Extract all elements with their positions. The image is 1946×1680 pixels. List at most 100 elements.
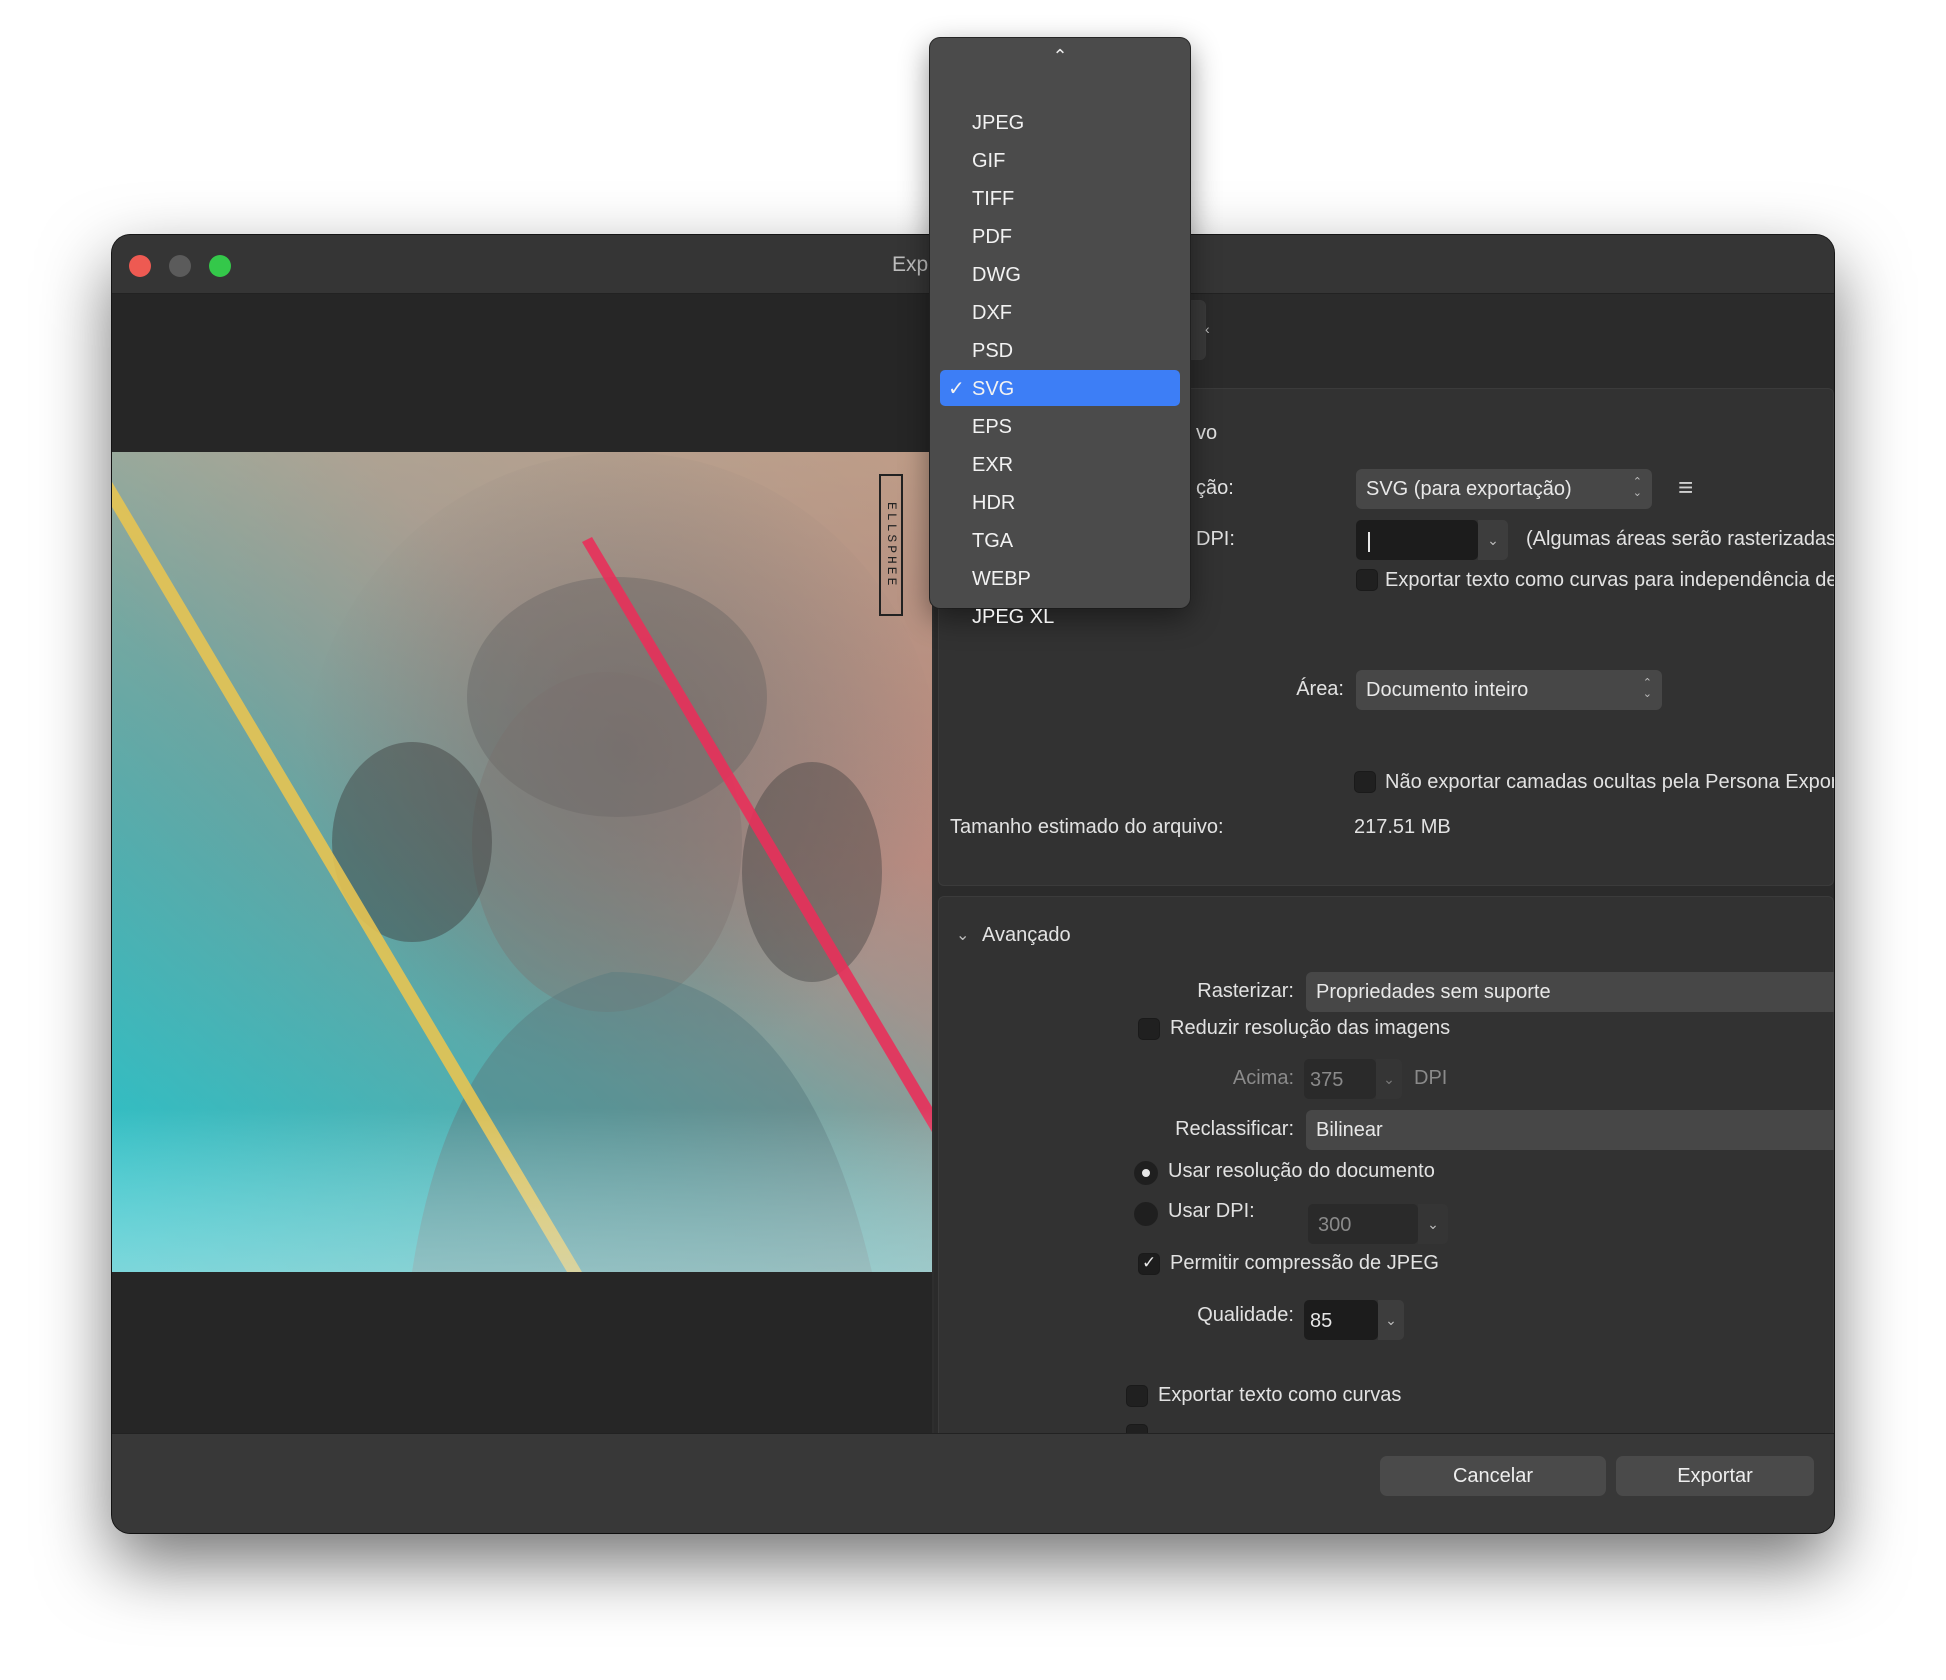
format-menu-item-label: SVG xyxy=(972,378,1015,400)
quality-label: Qualidade: xyxy=(1197,1304,1294,1326)
checkmark-icon: ✓ xyxy=(948,378,965,400)
close-window-button[interactable] xyxy=(129,255,151,277)
jpeg-compression-label: Permitir compressão de JPEG xyxy=(1170,1252,1439,1274)
format-menu-item-label: DWG xyxy=(972,264,1021,286)
advanced-disclosure[interactable]: ⌄ xyxy=(956,925,969,945)
format-menu-item[interactable]: EPS xyxy=(940,408,1180,444)
dpi-input[interactable] xyxy=(1356,520,1478,560)
advanced-header: Avançado xyxy=(982,924,1071,946)
quality-value: 85 xyxy=(1310,1310,1333,1332)
zoom-window-button[interactable] xyxy=(209,255,231,277)
quality-input[interactable]: 85 xyxy=(1304,1300,1378,1340)
updown-chevron-icon: ⌃ ⌄ xyxy=(1632,476,1642,499)
format-menu-item-label: EXR xyxy=(972,454,1014,476)
use-doc-res-radio[interactable] xyxy=(1134,1161,1158,1185)
format-menu-item-label: TIFF xyxy=(972,188,1015,210)
chevron-down-icon: ⌄ xyxy=(956,927,970,944)
format-menu-item[interactable]: JPEG xyxy=(940,104,1180,140)
jpeg-compression-checkbox[interactable]: ✓ xyxy=(1138,1253,1160,1275)
format-menu-item-label: DXF xyxy=(972,302,1012,324)
resample-value: Bilinear xyxy=(1316,1119,1383,1141)
use-dpi-value: 300 xyxy=(1318,1214,1352,1236)
hidden-layers-label: Não exportar camadas ocultas pela Person… xyxy=(1385,771,1834,793)
updown-chevron-icon: ⌃ ⌄ xyxy=(1642,677,1652,700)
text-cursor xyxy=(1368,531,1370,552)
format-bar-arrow-icon: ‹ xyxy=(1205,321,1210,337)
format-menu-item[interactable]: GIF xyxy=(940,142,1180,178)
use-dpi-dropdown-button[interactable]: ⌄ xyxy=(1418,1204,1448,1244)
use-dpi-radio[interactable] xyxy=(1134,1202,1158,1226)
export-button[interactable]: Exportar xyxy=(1616,1456,1814,1496)
export-curves-checkbox[interactable] xyxy=(1126,1385,1148,1407)
artist-signature: ELLSPHEE xyxy=(879,474,903,616)
preset-value: SVG (para exportação) xyxy=(1366,478,1572,500)
dpi-label: DPI: xyxy=(1196,528,1235,550)
format-menu-item-label: GIF xyxy=(972,150,1006,172)
use-dpi-input[interactable]: 300 xyxy=(1308,1204,1418,1244)
artwork-image xyxy=(112,452,932,1272)
chevron-down-icon: ⌄ xyxy=(1385,1312,1397,1328)
area-label: Área: xyxy=(1296,678,1344,700)
above-input[interactable]: 375 xyxy=(1304,1059,1376,1099)
format-menu-item-label: JPEG xyxy=(972,112,1025,134)
chevron-down-icon: ⌄ xyxy=(1383,1071,1395,1087)
preset-label: ção: xyxy=(1196,477,1234,499)
dpi-dropdown-button[interactable]: ⌄ xyxy=(1478,520,1508,560)
format-menu-item[interactable]: EXR xyxy=(940,446,1180,482)
above-value: 375 xyxy=(1310,1069,1344,1091)
above-label: Acima: xyxy=(1232,1067,1294,1089)
use-doc-res-label: Usar resolução do documento xyxy=(1168,1160,1435,1182)
downsample-label: Reduzir resolução das imagens xyxy=(1170,1017,1451,1039)
format-menu-item-label: WEBP xyxy=(972,568,1031,590)
cancel-button[interactable]: Cancelar xyxy=(1380,1456,1606,1496)
radio-dot xyxy=(1142,1169,1150,1177)
resample-select[interactable]: Bilinear ⌃⌄ xyxy=(1306,1110,1834,1150)
resample-label: Reclassificar: xyxy=(1175,1118,1294,1140)
dpi-note: (Algumas áreas serão rasterizadas) xyxy=(1526,528,1834,550)
rasterize-value: Propriedades sem suporte xyxy=(1316,981,1551,1003)
minimize-window-button[interactable] xyxy=(169,255,191,277)
format-menu-item[interactable]: ✓ SVG xyxy=(940,370,1180,406)
checkmark-icon: ✓ xyxy=(1142,1253,1157,1272)
estimated-size-label: Tamanho estimado do arquivo: xyxy=(950,816,1224,838)
rasterize-label: Rasterizar: xyxy=(1197,980,1294,1002)
format-menu-item[interactable]: WEBP xyxy=(940,560,1180,596)
downsample-checkbox[interactable] xyxy=(1138,1018,1160,1040)
format-menu-item-label: JPEG XL xyxy=(972,606,1055,628)
hidden-layers-checkbox[interactable] xyxy=(1354,771,1376,793)
export-curves-label: Exportar texto como curvas xyxy=(1158,1384,1402,1406)
chevron-up-icon: ⌃ xyxy=(1052,46,1068,66)
above-dropdown-button[interactable]: ⌄ xyxy=(1376,1059,1402,1099)
window-title: Exp xyxy=(892,253,929,276)
format-menu-item[interactable]: TIFF xyxy=(940,180,1180,216)
format-menu-item[interactable]: DWG xyxy=(940,256,1180,292)
format-menu-item-label: EPS xyxy=(972,416,1013,438)
dialog-footer: Cancelar Exportar xyxy=(112,1433,1834,1533)
file-section-header: vo xyxy=(1196,422,1218,444)
chevron-down-icon: ⌄ xyxy=(1487,532,1499,548)
above-unit: DPI xyxy=(1414,1067,1448,1089)
format-menu-item[interactable]: JPEG XL xyxy=(940,598,1180,634)
format-menu-item[interactable]: PSD xyxy=(940,332,1180,368)
format-menu-item-label: PDF xyxy=(972,226,1012,248)
area-value: Documento inteiro xyxy=(1366,679,1529,701)
text-curves-label: Exportar texto como curvas para independ… xyxy=(1385,569,1834,591)
quality-dropdown-button[interactable]: ⌄ xyxy=(1378,1300,1404,1340)
area-select[interactable]: Documento inteiro ⌃ ⌄ xyxy=(1356,670,1662,710)
scroll-up-arrow[interactable]: ⌃ xyxy=(930,46,1190,67)
format-menu-item[interactable]: HDR xyxy=(940,484,1180,520)
format-menu-item[interactable]: DXF xyxy=(940,294,1180,330)
chevron-down-icon: ⌄ xyxy=(1427,1216,1439,1232)
format-menu-item-label: TGA xyxy=(972,530,1014,552)
format-dropdown-menu: ⌃ JPEG GIF TIFF PDF DWG DXF PSD ✓ SVG EPS EXR HDR TG… xyxy=(930,38,1190,628)
format-menu-item-label: PSD xyxy=(972,340,1014,362)
artwork-preview: ELLSPHEE xyxy=(112,452,932,1272)
preset-select[interactable]: SVG (para exportação) ⌃ ⌄ xyxy=(1356,469,1652,509)
estimated-size-value: 217.51 MB xyxy=(1354,816,1451,838)
format-menu-item[interactable]: PDF xyxy=(940,218,1180,254)
format-menu-item-label: HDR xyxy=(972,492,1016,514)
preset-menu-icon[interactable]: ≡ xyxy=(1678,474,1693,500)
rasterize-select[interactable]: Propriedades sem suporte ⌃⌄ xyxy=(1306,972,1834,1012)
format-menu-item[interactable]: TGA xyxy=(940,522,1180,558)
text-curves-checkbox[interactable] xyxy=(1356,569,1378,591)
